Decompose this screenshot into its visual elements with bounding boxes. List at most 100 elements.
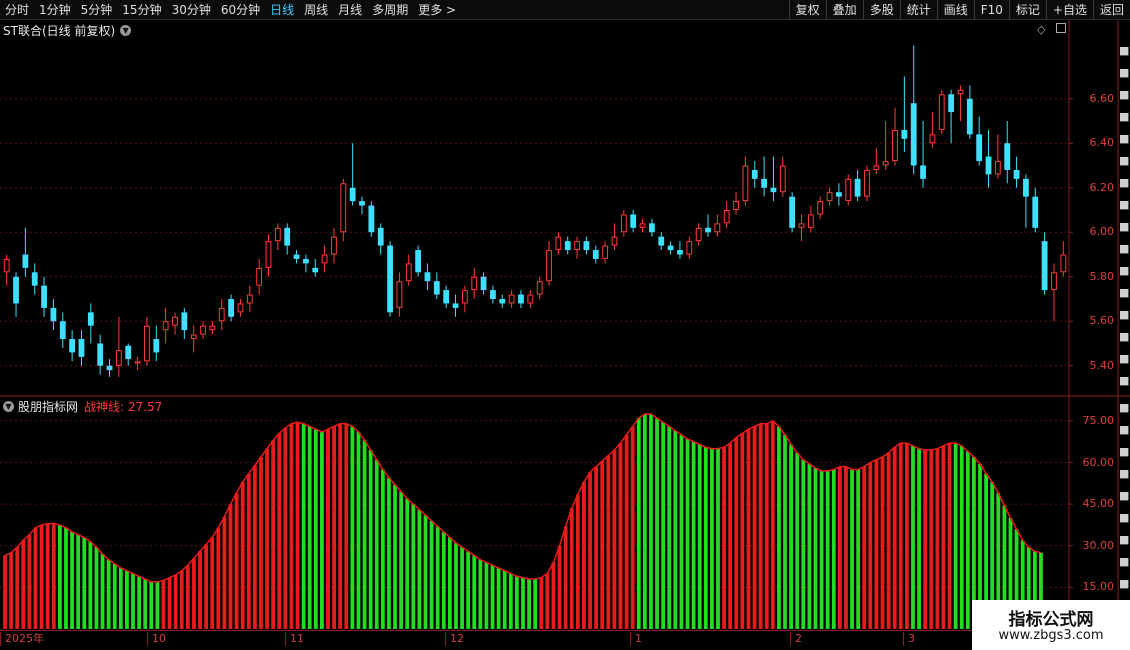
- candle-body: [125, 345, 132, 360]
- candle-body: [789, 196, 796, 228]
- candle-body: [162, 321, 169, 331]
- candle: [162, 307, 169, 344]
- candle-body: [1023, 178, 1029, 197]
- period-tab-0[interactable]: 分时: [0, 0, 34, 20]
- tool-button-8[interactable]: 返回: [1092, 0, 1130, 20]
- diamond-icon[interactable]: ◇: [1037, 23, 1045, 36]
- indicator-bar: [45, 523, 50, 629]
- indicator-bar: [965, 451, 970, 629]
- period-tab-8[interactable]: 月线: [333, 0, 367, 20]
- indicator-bar: [344, 423, 349, 629]
- candle: [228, 294, 234, 322]
- indicator-bar: [368, 450, 373, 629]
- candle: [87, 303, 94, 344]
- candle-body: [246, 294, 253, 304]
- candle-body: [648, 223, 655, 233]
- indicator-bar: [819, 470, 824, 629]
- candle: [976, 116, 983, 166]
- tool-button-5[interactable]: F10: [973, 0, 1009, 20]
- tool-button-2[interactable]: 多股: [862, 0, 900, 20]
- candle: [985, 129, 992, 188]
- period-tab-9[interactable]: 多周期: [367, 0, 413, 20]
- date-tick-label: 10: [147, 632, 166, 646]
- candle-body: [826, 192, 833, 202]
- candle: [929, 112, 936, 148]
- period-tab-5[interactable]: 60分钟: [216, 0, 265, 20]
- indicator-bar: [3, 555, 7, 629]
- candle-body: [630, 214, 637, 228]
- indicator-bar: [326, 429, 330, 629]
- indicator-bar: [472, 555, 477, 629]
- indicator-bar: [502, 570, 507, 629]
- candle: [78, 330, 85, 366]
- candle-body: [461, 290, 468, 304]
- candle-body: [723, 210, 730, 224]
- tool-button-7[interactable]: +自选: [1045, 0, 1093, 20]
- indicator-tick-label: 15.00: [1082, 580, 1115, 594]
- period-tab-3[interactable]: 15分钟: [117, 0, 166, 20]
- panel-toggle-icon[interactable]: [1056, 23, 1066, 33]
- candle: [1051, 263, 1057, 322]
- tool-button-0[interactable]: 复权: [788, 0, 826, 20]
- candle-body: [620, 214, 627, 233]
- period-tab-7[interactable]: 周线: [299, 0, 333, 20]
- indicator-bar: [447, 537, 452, 629]
- indicator-bar: [76, 534, 81, 629]
- candle-body: [873, 165, 880, 170]
- period-tab-2[interactable]: 5分钟: [76, 0, 118, 20]
- indicator-bar: [496, 567, 501, 629]
- kline-panel[interactable]: ST联合(日线 前复权) ▼ ◇ 6.60 6.40 6.20 6.00 5.80 5.6…: [0, 20, 1130, 397]
- period-tab-4[interactable]: 30分钟: [167, 0, 216, 20]
- chevron-down-icon[interactable]: ▼: [120, 25, 132, 36]
- candle-body: [1060, 254, 1067, 273]
- indicator-bar: [679, 434, 684, 629]
- indicator-panel[interactable]: ▼ 股朋指标网 战神线: 27.57 75.00 60.00 45.00 30.00 1…: [0, 397, 1130, 630]
- chevron-down-icon[interactable]: ▼: [3, 401, 14, 412]
- candle: [574, 236, 580, 259]
- candle-body: [882, 161, 889, 166]
- candle: [705, 214, 711, 237]
- indicator-chart[interactable]: [0, 397, 1130, 630]
- indicator-bar: [831, 469, 836, 629]
- candle-body: [190, 334, 197, 340]
- tool-button-6[interactable]: 标记: [1008, 0, 1046, 20]
- tool-button-3[interactable]: 统计: [899, 0, 937, 20]
- candle: [948, 89, 955, 144]
- candle: [265, 234, 272, 277]
- kline-chart[interactable]: [0, 20, 1130, 397]
- indicator-bar: [173, 574, 178, 629]
- tool-button-4[interactable]: 画线: [936, 0, 974, 20]
- candle: [415, 245, 422, 277]
- candle-body: [714, 223, 721, 233]
- candle: [864, 165, 870, 202]
- indicator-bar: [600, 461, 605, 629]
- candle-body: [1041, 241, 1048, 291]
- period-tab-10[interactable]: 更多 >: [413, 0, 461, 20]
- candle-body: [265, 241, 272, 268]
- indicator-bar: [179, 570, 184, 629]
- candle-body: [938, 94, 945, 130]
- indicator-bar: [313, 429, 318, 629]
- candle: [218, 299, 225, 331]
- candle: [349, 143, 356, 206]
- indicator-bar: [697, 444, 702, 629]
- tool-button-1[interactable]: 叠加: [825, 0, 863, 20]
- candle: [1004, 121, 1011, 184]
- indicator-bar: [575, 494, 580, 629]
- candle-body: [667, 245, 674, 251]
- indicator-bar: [850, 469, 854, 629]
- indicator-bar: [825, 470, 830, 629]
- candle-body: [966, 98, 973, 135]
- period-tab-1[interactable]: 1分钟: [34, 0, 76, 20]
- indicator-bar: [301, 423, 306, 629]
- indicator-bar: [527, 579, 531, 629]
- candle-body: [172, 316, 178, 326]
- period-tab-6[interactable]: 日线: [265, 0, 299, 20]
- candle-body: [256, 267, 263, 286]
- indicator-bar: [892, 447, 897, 629]
- indicator-bar: [441, 531, 446, 629]
- indicator-bar: [137, 576, 141, 629]
- candle-body: [1013, 169, 1020, 179]
- indicator-bar: [51, 523, 56, 629]
- candle-body: [424, 272, 431, 282]
